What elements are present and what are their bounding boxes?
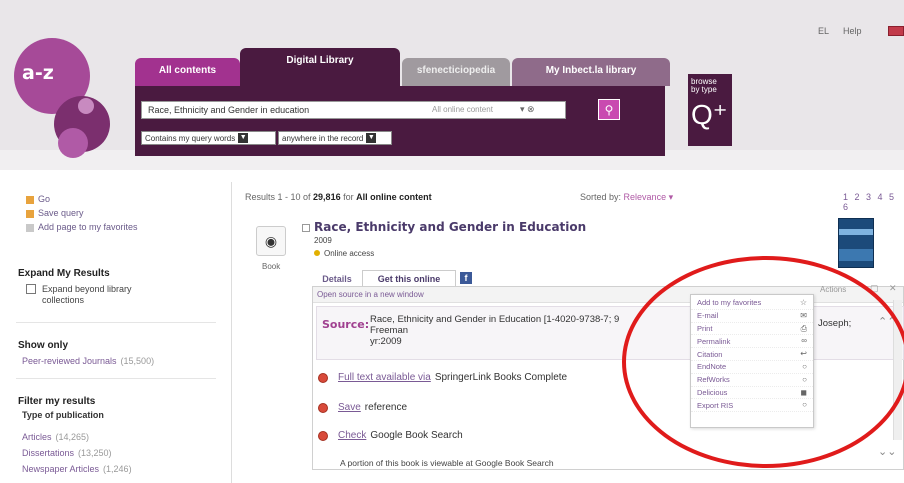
filter-results-heading: Filter my results: [18, 396, 96, 407]
site-logo[interactable]: a-z: [14, 38, 114, 160]
tab-get-this-online[interactable]: Get this online: [362, 270, 456, 287]
sort-control[interactable]: Sorted by: Relevance ▾: [580, 192, 673, 203]
filter-articles[interactable]: Articles (14,265): [22, 432, 89, 442]
filter-peer-reviewed[interactable]: Peer-reviewed Journals (15,500): [22, 356, 154, 366]
search-input[interactable]: Race, Ethnicity and Gender in education …: [141, 101, 566, 119]
folder-icon: [26, 209, 34, 218]
full-text-link[interactable]: Full text available via: [338, 372, 431, 383]
results-total: 29,816: [313, 192, 341, 202]
tab-all-contents[interactable]: All contents: [135, 58, 240, 86]
save-icon: [318, 402, 328, 413]
save-reference-row[interactable]: Save reference: [318, 402, 407, 413]
access-icon: [318, 372, 328, 383]
match-option-value: Contains my query words: [145, 133, 236, 143]
online-access-label: Online access: [324, 249, 375, 258]
record-title[interactable]: Race, Ethnicity and Gender in Education: [314, 220, 586, 234]
highlight-annotation-ellipse: [622, 256, 904, 468]
expand-beyond-checkbox[interactable]: [26, 284, 36, 294]
show-only-heading: Show only: [18, 340, 68, 351]
sidebar-save-query-label: Save query: [38, 208, 84, 218]
search-button[interactable]: ⚲: [598, 99, 620, 120]
tab-my-library[interactable]: My Inbect.la library: [512, 58, 670, 86]
online-access-indicator: Online access: [314, 249, 374, 258]
check-link[interactable]: Check: [338, 430, 366, 441]
flag-icon[interactable]: [888, 26, 904, 36]
record-select-checkbox[interactable]: [302, 224, 310, 232]
filter-articles-count: (14,265): [55, 432, 90, 442]
save-link[interactable]: Save: [338, 402, 361, 413]
source-label: Source:: [322, 318, 370, 331]
pagination[interactable]: 1 2 3 4 5 6: [843, 192, 904, 212]
filter-newspaper-articles[interactable]: Newspaper Articles (1,246): [22, 464, 132, 474]
facebook-icon[interactable]: f: [460, 272, 472, 284]
sidebar-divider: [16, 322, 216, 323]
sort-value[interactable]: Relevance ▾: [624, 192, 674, 202]
google-book-note: A portion of this book is viewable at Go…: [340, 458, 554, 468]
browse-by-type-button[interactable]: browse by type Q⁺: [688, 74, 732, 146]
book-type-icon: ◉: [256, 226, 286, 256]
language-link[interactable]: EL: [818, 26, 829, 36]
filter-peer-reviewed-count: (15,500): [120, 356, 155, 366]
expand-down-icon[interactable]: ⌄⌄: [878, 445, 896, 458]
top-links: EL Help: [818, 26, 862, 36]
filter-peer-reviewed-label: Peer-reviewed Journals: [22, 356, 117, 366]
full-text-provider: SpringerLink Books Complete: [434, 372, 568, 383]
results-for: for: [343, 192, 354, 202]
results-prefix: Results 1 - 10 of: [245, 192, 311, 202]
tab-digital-library[interactable]: Digital Library: [240, 48, 400, 86]
record-type-label: Book: [262, 262, 281, 271]
field-option-value: anywhere in the record: [282, 133, 364, 143]
full-text-link-row[interactable]: Full text available via SpringerLink Boo…: [318, 372, 567, 383]
expand-results-heading: Expand My Results: [18, 268, 110, 279]
chevron-down-icon: ▼: [238, 133, 249, 143]
open-new-window-link[interactable]: Open source in a new window: [317, 290, 424, 299]
expand-beyond-label: Expand beyond library collections: [42, 284, 132, 305]
filter-articles-label: Articles: [22, 432, 52, 442]
sidebar-go-label: Go: [38, 194, 51, 204]
match-option-select[interactable]: Contains my query words ▼: [141, 131, 276, 145]
filter-dissertations-label: Dissertations: [22, 448, 75, 458]
record-year: 2009: [314, 236, 332, 245]
folder-icon: [26, 195, 34, 204]
filter-dissertations-count: (13,250): [78, 448, 112, 458]
results-scope: All online content: [356, 192, 432, 202]
book-cover-thumbnail[interactable]: [838, 218, 874, 268]
sort-label: Sorted by:: [580, 192, 622, 202]
google-book-row[interactable]: Check Google Book Search: [318, 430, 463, 441]
sidebar-go-link[interactable]: Go: [26, 194, 50, 204]
search-query: Race, Ethnicity and Gender in education: [148, 105, 310, 115]
magnifier-plus-icon: Q⁺: [691, 99, 728, 130]
search-scope[interactable]: All online content: [432, 105, 493, 114]
check-icon: [318, 430, 328, 441]
scope-dropdown-icon[interactable]: ▾ ⊗: [520, 104, 535, 115]
sidebar-divider: [16, 378, 216, 379]
field-option-select[interactable]: anywhere in the record ▼: [278, 131, 392, 145]
save-reference-label: reference: [364, 402, 408, 413]
filter-newspaper-count: (1,246): [103, 464, 132, 474]
column-divider: [231, 182, 232, 483]
chevron-down-icon: ▼: [366, 133, 377, 143]
tab-encyclopedia[interactable]: sfenecticiopedia: [402, 58, 510, 86]
browse-line2: by type: [691, 85, 717, 94]
help-link[interactable]: Help: [843, 26, 862, 36]
sidebar-add-favorites-label: Add page to my favorites: [38, 222, 138, 232]
search-panel: [135, 86, 665, 156]
tab-details[interactable]: Details: [316, 270, 358, 287]
publication-type-subheading: Type of publication: [22, 410, 104, 420]
google-book-label: Google Book Search: [370, 430, 463, 441]
sidebar-save-query-link[interactable]: Save query: [26, 208, 84, 218]
star-icon: [26, 223, 34, 232]
search-icon: ⚲: [604, 102, 614, 117]
sidebar-add-favorites-link[interactable]: Add page to my favorites: [26, 222, 138, 232]
online-status-icon: [314, 250, 320, 256]
filter-dissertations[interactable]: Dissertations (13,250): [22, 448, 112, 458]
filter-newspaper-label: Newspaper Articles: [22, 464, 100, 474]
results-summary-bar: Results 1 - 10 of 29,816 for All online …: [245, 192, 904, 212]
logo-text: a-z: [22, 62, 54, 84]
